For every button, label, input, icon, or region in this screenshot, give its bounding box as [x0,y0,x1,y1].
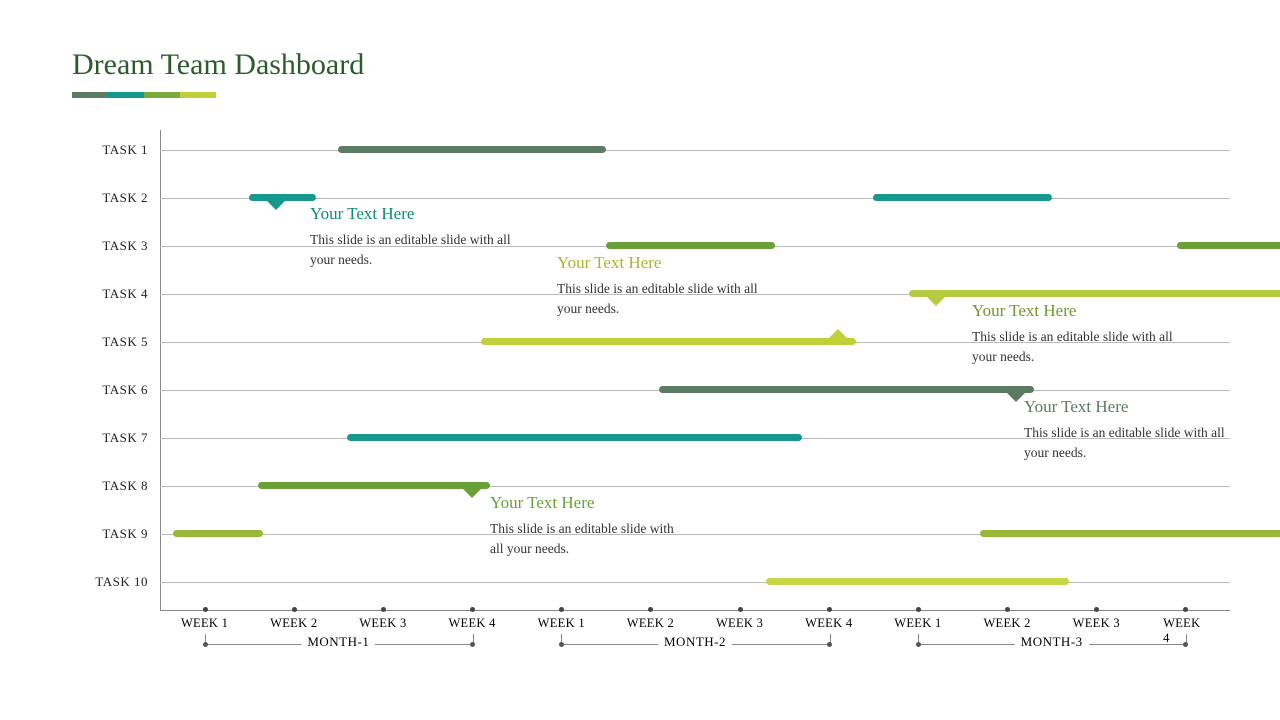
underline-seg [72,92,108,98]
x-tick-label: WEEK 1 [894,616,941,631]
bracket-dot [827,642,832,647]
x-tick-dot [381,607,386,612]
annotation-box: Your Text Here This slide is an editable … [310,204,520,269]
month-label: MONTH-3 [1015,634,1089,650]
callout-arrow-icon [926,296,946,306]
row-label: TASK 6 [60,382,148,398]
gantt-bar [481,338,856,345]
gridline [160,198,1230,199]
page-title: Dream Team Dashboard [72,48,364,82]
annotation-box: Your Text Here This slide is an editable … [1024,397,1234,462]
title-underline [72,92,216,98]
bracket-dot [559,642,564,647]
month-label: MONTH-1 [301,634,375,650]
callout-arrow-icon [828,329,848,339]
month-label: MONTH-2 [658,634,732,650]
x-tick-label: WEEK 1 [538,616,585,631]
x-tick-label: WEEK 4 [805,616,852,631]
gantt-bar [1177,242,1280,249]
gantt-chart: TASK 1 TASK 2 TASK 3 TASK 4 TASK 5 TASK 6 TASK… [60,130,1230,640]
annotation-box: Your Text Here This slide is an editable … [490,493,690,558]
gantt-bar [873,194,1051,201]
x-axis-line [160,610,1230,611]
x-tick-label: WEEK 3 [359,616,406,631]
callout-arrow-icon [462,488,482,498]
gantt-row: TASK 1 [60,130,1230,178]
row-label: TASK 10 [60,574,148,590]
annotation-body: This slide is an editable slide with all… [490,519,690,558]
x-tick-dot [827,607,832,612]
x-tick-label: WEEK 2 [983,616,1030,631]
x-tick-label: WEEK 3 [716,616,763,631]
gantt-bar [347,434,802,441]
gridline [160,582,1230,583]
row-label: TASK 1 [60,142,148,158]
row-label: TASK 4 [60,286,148,302]
row-label: TASK 3 [60,238,148,254]
annotation-body: This slide is an editable slide with all… [1024,423,1234,462]
x-axis: WEEK 1 WEEK 2 WEEK 3 WEEK 4 WEEK 1 WEEK 2 WEEK… [160,610,1230,640]
callout-arrow-icon [266,200,286,210]
gantt-bar [980,530,1280,537]
bracket-dot [203,642,208,647]
gantt-bar [606,242,775,249]
row-label: TASK 7 [60,430,148,446]
underline-seg [180,92,216,98]
x-tick-dot [203,607,208,612]
gantt-bar [909,290,1280,297]
underline-seg [144,92,180,98]
annotation-heading: Your Text Here [557,253,767,273]
gantt-bar [659,386,1034,393]
annotation-box: Your Text Here This slide is an editable … [972,301,1182,366]
annotation-heading: Your Text Here [490,493,690,513]
gantt-row: TASK 10 [60,562,1230,610]
x-tick-dot [738,607,743,612]
bracket-dot [470,642,475,647]
x-tick-label: WEEK 1 [181,616,228,631]
annotation-heading: Your Text Here [972,301,1182,321]
row-label: TASK 5 [60,334,148,350]
row-label: TASK 2 [60,190,148,206]
x-tick-label: WEEK 4 [448,616,495,631]
gantt-bar [766,578,1069,585]
annotation-box: Your Text Here This slide is an editable … [557,253,767,318]
x-tick-dot [1094,607,1099,612]
bracket-dot [916,642,921,647]
x-tick-label: WEEK 3 [1073,616,1120,631]
x-tick-dot [1005,607,1010,612]
x-tick-dot [470,607,475,612]
gantt-row: TASK 2 [60,178,1230,226]
callout-arrow-icon [1006,392,1026,402]
x-tick-dot [559,607,564,612]
annotation-heading: Your Text Here [310,204,520,224]
x-tick-dot [1183,607,1188,612]
annotation-body: This slide is an editable slide with all… [972,327,1182,366]
row-label: TASK 8 [60,478,148,494]
x-tick-dot [648,607,653,612]
underline-seg [108,92,144,98]
annotation-body: This slide is an editable slide with all… [310,230,520,269]
gantt-bar [258,482,490,489]
annotation-heading: Your Text Here [1024,397,1234,417]
x-tick-label: WEEK 2 [627,616,674,631]
annotation-body: This slide is an editable slide with all… [557,279,767,318]
row-label: TASK 9 [60,526,148,542]
x-tick-label: WEEK 2 [270,616,317,631]
x-tick-dot [916,607,921,612]
x-tick-dot [292,607,297,612]
gantt-bar [338,146,606,153]
gantt-bar [173,530,262,537]
gridline [160,150,1230,151]
bracket-dot [1183,642,1188,647]
